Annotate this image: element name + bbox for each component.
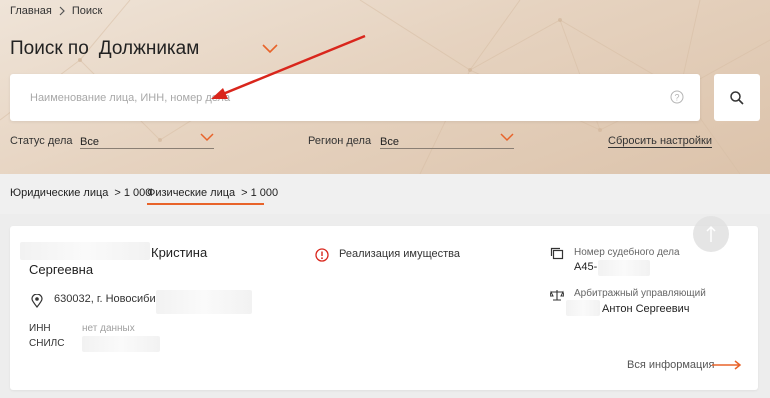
redacted-case-number — [598, 260, 650, 276]
redacted-name — [20, 242, 150, 260]
search-header: Главная Поиск Поиск по Должникам ? Стату… — [0, 0, 770, 174]
manager-label: Арбитражный управляющий — [574, 288, 706, 299]
breadcrumb: Главная Поиск — [10, 5, 102, 17]
status-filter-value: Все — [80, 136, 99, 148]
search-input[interactable] — [30, 74, 650, 121]
manager-value: Антон Сергеевич — [602, 303, 690, 315]
title-prefix: Поиск по — [10, 38, 89, 59]
svg-text:?: ? — [674, 93, 679, 103]
tab-legal-entities[interactable]: Юридические лица > 1 000 — [10, 187, 151, 199]
breadcrumb-current: Поиск — [71, 5, 103, 17]
status-filter-select[interactable]: Все — [80, 133, 214, 149]
region-filter-select[interactable]: Все — [380, 133, 514, 149]
more-info-link[interactable]: Вся информация — [627, 359, 714, 371]
alert-circle-icon — [315, 248, 329, 262]
case-status: Реализация имущества — [339, 248, 461, 260]
reset-filters-link[interactable]: Сбросить настройки — [608, 135, 713, 148]
status-filter-label: Статус дела — [10, 135, 73, 147]
active-tab-indicator — [147, 203, 264, 205]
debtor-patronymic[interactable]: Сергеевна — [29, 262, 93, 277]
search-type-select[interactable]: Должникам — [99, 38, 200, 60]
arrow-up-icon — [706, 225, 716, 242]
chevron-down-icon[interactable] — [262, 44, 278, 54]
inn-label: ИНН — [29, 323, 51, 334]
region-filter-label: Регион дела — [308, 135, 372, 147]
tab-count: > 1 000 — [114, 187, 152, 199]
tab-individuals[interactable]: Физические лица > 1 000 — [147, 187, 278, 199]
debtor-address: 630032, г. Новосибирск — [54, 293, 173, 305]
redacted-manager — [566, 300, 600, 316]
scroll-to-top-button[interactable] — [693, 216, 729, 252]
scales-icon — [550, 290, 564, 301]
region-filter-value: Все — [380, 136, 399, 148]
breadcrumb-home[interactable]: Главная — [10, 5, 52, 17]
result-card[interactable]: Кристина Сергеевна 630032, г. Новосибирс… — [10, 226, 758, 390]
tab-count: > 1 000 — [241, 187, 279, 199]
snils-label: СНИЛС — [29, 338, 65, 349]
location-pin-icon — [31, 294, 43, 308]
chevron-down-icon — [200, 133, 214, 142]
search-icon — [730, 90, 744, 105]
chevron-right-icon — [59, 6, 65, 16]
arrow-right-icon[interactable] — [712, 360, 742, 370]
inn-value: нет данных — [82, 323, 135, 334]
chevron-down-icon — [500, 133, 514, 142]
documents-icon — [550, 247, 564, 260]
search-button[interactable] — [714, 74, 760, 121]
tab-label: Физические лица — [147, 187, 236, 199]
page-title: Поиск по Должникам — [10, 38, 278, 60]
entity-tabs: Юридические лица > 1 000 Физические лица >… — [0, 174, 770, 214]
case-number-label: Номер судебного дела — [574, 247, 680, 258]
redacted-snils — [82, 336, 160, 352]
help-icon[interactable]: ? — [670, 90, 684, 104]
case-number-value[interactable]: А45- — [574, 261, 597, 273]
tab-label: Юридические лица — [10, 187, 109, 199]
redacted-address — [156, 290, 252, 314]
search-box: ? — [10, 74, 700, 121]
debtor-first-name[interactable]: Кристина — [151, 245, 207, 260]
